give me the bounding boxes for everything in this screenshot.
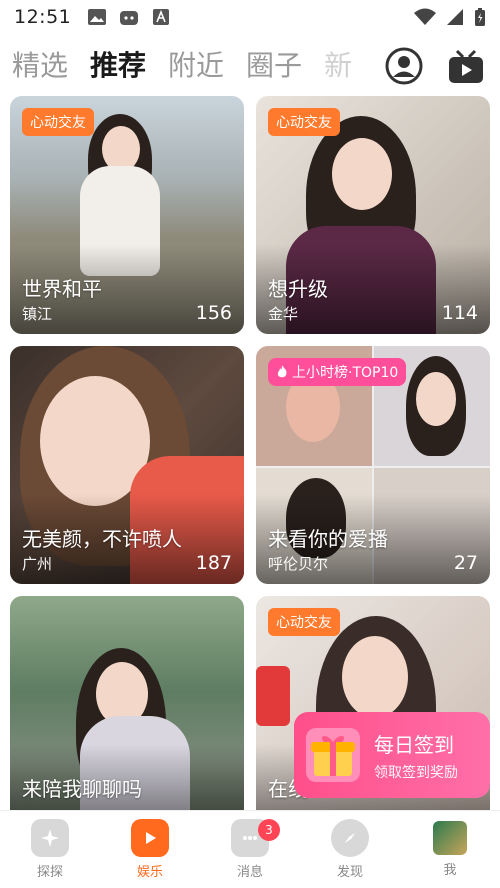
nav-label: 消息 <box>236 865 263 880</box>
feed-card[interactable]: 上小时榜·TOP10 来看你的爱播 呼伦贝尔 27 <box>256 346 490 584</box>
card-city: 呼伦贝尔 <box>268 555 329 573</box>
tab-new[interactable]: 新 <box>324 44 352 84</box>
sparkle-chat-icon <box>31 819 69 857</box>
card-title: 想升级 <box>268 277 328 301</box>
image-notification-icon <box>88 9 107 25</box>
tv-play-icon <box>449 49 483 83</box>
phone-prop <box>256 666 290 726</box>
tab-recommended[interactable]: 推荐 <box>90 44 146 84</box>
card-city: 金华 <box>268 305 299 323</box>
status-time: 12:51 <box>14 6 72 28</box>
gift-box-drawing <box>311 735 355 776</box>
fire-icon <box>277 365 287 378</box>
feed-grid: 心动交友 世界和平 镇江 156 心动交友 想升级 金华 114 无美颜，不许喷… <box>10 96 490 810</box>
tab-nearby[interactable]: 附近 <box>168 44 224 84</box>
card-city: 广州 <box>22 555 53 573</box>
signin-subtitle: 领取签到奖励 <box>374 764 458 781</box>
card-count: 114 <box>441 302 478 324</box>
person-face <box>332 138 392 210</box>
feed-card[interactable]: 心动交友 想升级 金华 114 <box>256 96 490 334</box>
signin-title: 每日签到 <box>374 732 454 757</box>
card-badge: 心动交友 <box>22 108 94 136</box>
live-tv-button[interactable] <box>446 46 486 86</box>
nav-me[interactable]: 我 <box>400 811 500 888</box>
daily-signin-card[interactable]: 每日签到 领取签到奖励 <box>294 712 490 798</box>
compass-icon <box>331 819 369 857</box>
tab-featured[interactable]: 精选 <box>12 44 68 84</box>
card-badge-label: 上小时榜·TOP10 <box>292 365 399 381</box>
nav-label: 娱乐 <box>136 865 163 880</box>
a-notification-icon <box>153 9 170 25</box>
nav-discover[interactable]: 发现 <box>300 811 400 888</box>
top-actions <box>384 46 486 86</box>
feed-card[interactable]: 心动交友 世界和平 镇江 156 <box>10 96 244 334</box>
avatar <box>433 821 467 855</box>
feed-card[interactable]: 无美颜，不许喷人 广州 187 <box>10 346 244 584</box>
nav-label: 我 <box>443 863 457 878</box>
card-title: 世界和平 <box>22 277 102 301</box>
app-notification-icon <box>120 11 139 25</box>
nav-label: 探探 <box>36 865 63 880</box>
notification-icons <box>87 8 171 26</box>
unread-badge: 3 <box>258 819 280 841</box>
battery-icon <box>475 8 485 26</box>
tab-circles[interactable]: 圈子 <box>246 44 302 84</box>
system-icons <box>414 7 486 27</box>
nav-label: 发现 <box>336 865 363 880</box>
card-title: 来看你的爱播 <box>268 527 388 551</box>
person-face <box>416 372 456 426</box>
wifi-icon <box>414 8 436 25</box>
gift-icon <box>306 728 360 782</box>
status-bar: 12:51 <box>0 0 500 34</box>
card-badge: 心动交友 <box>268 108 340 136</box>
card-city: 镇江 <box>22 305 53 323</box>
tv-play-icon <box>131 819 169 857</box>
bottom-nav: 探探 娱乐 3 消息 发现 我 <box>0 810 500 888</box>
signal-icon <box>447 9 463 25</box>
feed-card[interactable]: 来陪我聊聊吗 <box>10 596 244 810</box>
card-count: 187 <box>195 552 232 574</box>
user-circle-icon <box>385 47 423 85</box>
card-badge: 心动交友 <box>268 608 340 636</box>
nav-tantan[interactable]: 探探 <box>0 811 100 888</box>
profile-button[interactable] <box>384 46 424 86</box>
person-face <box>342 636 408 718</box>
card-count: 27 <box>453 552 478 574</box>
nav-messages[interactable]: 3 消息 <box>200 811 300 888</box>
card-count: 156 <box>195 302 232 324</box>
card-title: 无美颜，不许喷人 <box>22 527 182 551</box>
card-title: 来陪我聊聊吗 <box>22 777 142 801</box>
card-badge: 上小时榜·TOP10 <box>268 358 407 386</box>
nav-entertainment[interactable]: 娱乐 <box>100 811 200 888</box>
